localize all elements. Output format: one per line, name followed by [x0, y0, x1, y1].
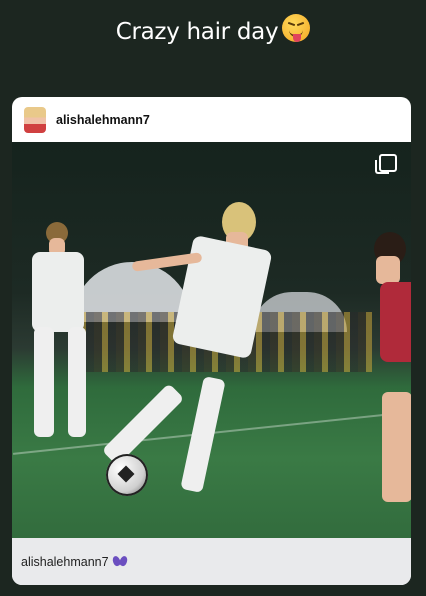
- story-caption: Crazy hair day: [0, 14, 426, 46]
- post-username[interactable]: alishalehmann7: [56, 113, 150, 127]
- squinting-tongue-emoji-icon: [282, 14, 311, 42]
- hands-emoji-icon: [111, 554, 129, 568]
- story-caption-text: Crazy hair day: [115, 19, 279, 45]
- post-footer[interactable]: alishalehmann7: [12, 538, 411, 585]
- post-header[interactable]: alishalehmann7: [12, 97, 411, 142]
- multiple-photos-icon: [375, 154, 397, 174]
- post-photo[interactable]: [12, 142, 411, 538]
- footer-username[interactable]: alishalehmann7: [21, 555, 109, 569]
- shared-post-card[interactable]: alishalehmann7 alishalehmann7: [12, 97, 411, 585]
- avatar[interactable]: [24, 106, 46, 133]
- player-left: [12, 222, 102, 462]
- player-right: [352, 232, 411, 512]
- soccer-ball: [106, 454, 148, 496]
